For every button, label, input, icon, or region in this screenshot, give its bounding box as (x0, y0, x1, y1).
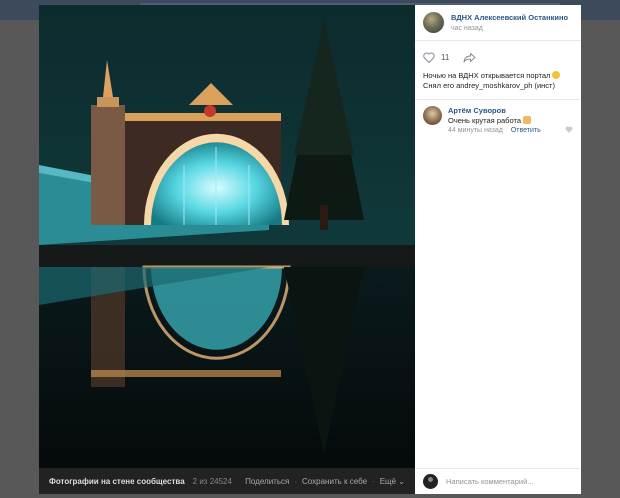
comment-input[interactable] (446, 477, 566, 486)
save-link[interactable]: Сохранить к себе (302, 477, 367, 486)
post-text-line-2: Снял его andrey_moshkarov_ph (инст) (423, 81, 555, 90)
comment-heart-icon[interactable] (565, 126, 573, 133)
post-text-line-1: Ночью на ВДНХ открывается портал (423, 71, 551, 80)
photo-image (39, 5, 415, 468)
comment-item: Артём Суворов Очень крутая работа 44 мин… (415, 100, 581, 142)
post-time[interactable]: час назад (451, 23, 568, 34)
comment-time[interactable]: 44 минуты назад (448, 127, 503, 134)
more-label: Ещё (379, 476, 397, 486)
group-avatar[interactable] (423, 12, 444, 33)
comment-text: Очень крутая работа (448, 116, 521, 125)
photo-viewer: Фотографии на стене сообщества 2 из 2452… (39, 5, 581, 494)
post-actions: 11 (415, 45, 581, 69)
comment-author[interactable]: Артём Суворов (448, 106, 573, 116)
post-text: Ночью на ВДНХ открывается портал Снял ег… (415, 69, 581, 100)
footer-actions: Поделиться · Сохранить к себе · Ещё ⌄ (245, 477, 405, 486)
commenter-avatar[interactable] (423, 106, 442, 125)
chevron-down-icon: ⌄ (398, 476, 405, 486)
post-header: ВДНХ Алексеевский Останкино час назад (415, 5, 581, 41)
share-arrow-icon[interactable] (463, 52, 476, 63)
side-panel: ВДНХ Алексеевский Останкино час назад 11… (415, 5, 581, 494)
thumbs-up-emoji-icon (523, 116, 531, 124)
comment-composer (415, 468, 581, 494)
smile-emoji-icon (552, 71, 561, 79)
photo[interactable] (39, 5, 415, 468)
share-link[interactable]: Поделиться (245, 477, 289, 486)
photo-footer: Фотографии на стене сообщества 2 из 2452… (39, 468, 415, 494)
photo-counter: 2 из 24524 (192, 476, 232, 486)
reply-link[interactable]: Ответить (511, 127, 541, 134)
group-name-link[interactable]: ВДНХ Алексеевский Останкино (451, 12, 568, 23)
my-avatar[interactable] (423, 474, 438, 489)
like-count[interactable]: 11 (441, 53, 449, 62)
separator-dot: · (372, 476, 375, 486)
album-title[interactable]: Фотографии на стене сообщества (49, 477, 185, 486)
heart-icon[interactable] (423, 52, 435, 63)
separator-dot: · (294, 476, 298, 486)
more-link[interactable]: Ещё ⌄ (380, 477, 405, 486)
